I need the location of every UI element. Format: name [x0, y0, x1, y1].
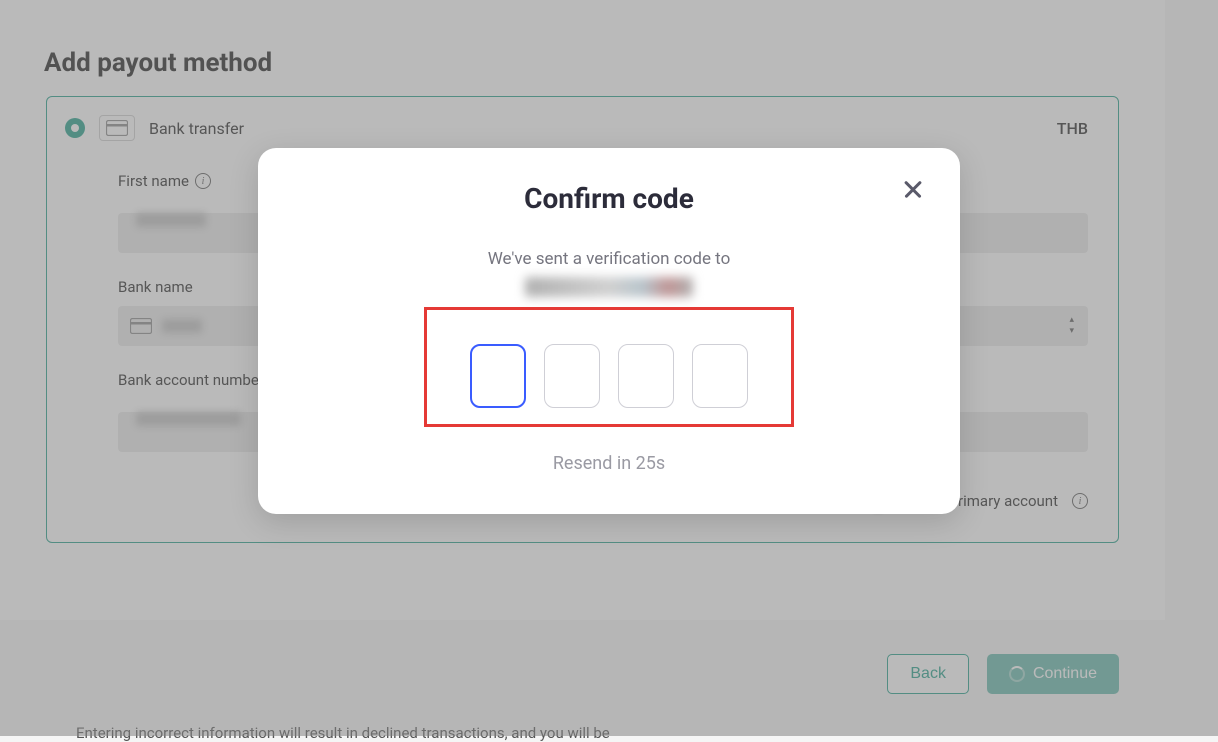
code-digit-1[interactable]: [470, 344, 526, 408]
close-icon[interactable]: [900, 176, 926, 202]
code-digit-4[interactable]: [692, 344, 748, 408]
modal-subtitle: We've sent a verification code to: [298, 249, 920, 269]
confirm-code-modal: Confirm code We've sent a verification c…: [258, 148, 960, 514]
modal-overlay: Confirm code We've sent a verification c…: [0, 0, 1218, 736]
modal-destination-blurred: [525, 277, 693, 297]
code-digit-3[interactable]: [618, 344, 674, 408]
resend-text: Resend in 25s: [298, 453, 920, 474]
code-digit-2[interactable]: [544, 344, 600, 408]
modal-title: Confirm code: [298, 182, 920, 215]
code-input-group: [424, 307, 794, 427]
